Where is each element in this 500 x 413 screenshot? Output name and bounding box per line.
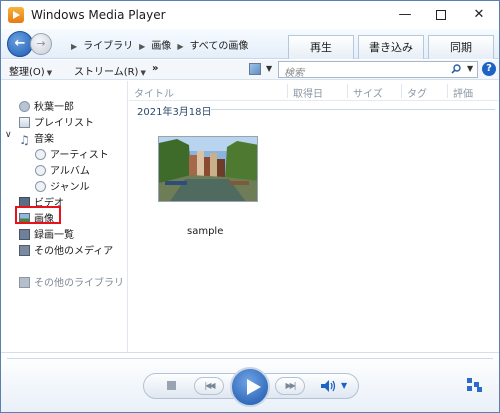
header-divider <box>129 100 499 101</box>
column-divider <box>447 84 448 98</box>
play-button[interactable] <box>230 367 270 407</box>
music-note-icon: ♫ <box>19 133 30 147</box>
previous-button[interactable]: |◀◀ <box>194 377 224 395</box>
sidebar-item-artist[interactable]: アーティスト <box>35 146 109 161</box>
column-divider <box>347 84 348 98</box>
recorded-tv-icon <box>19 229 30 240</box>
group-header-date: 2021年3月18日 <box>137 107 212 118</box>
minimize-button[interactable]: — <box>385 1 425 29</box>
chevron-down-icon: ▼ <box>140 69 146 77</box>
breadcrumb-library[interactable]: ライブラリ <box>83 41 133 52</box>
sidebar-item-recorded-tv[interactable]: 録画一覧 <box>19 226 74 241</box>
volume-chevron-icon[interactable]: ▼ <box>341 381 347 390</box>
breadcrumb-separator-icon: ▶ <box>139 42 146 51</box>
help-icon[interactable]: ? <box>482 62 496 76</box>
organize-label: 整理(O) <box>9 67 45 78</box>
sidebar-item-label: その他のライブラリ <box>34 278 124 289</box>
switch-dot <box>467 386 472 391</box>
tab-play[interactable]: 再生 <box>288 35 354 59</box>
column-divider <box>287 84 288 98</box>
column-header-rating[interactable]: 評価 <box>453 85 473 100</box>
sidebar-item-genre[interactable]: ジャンル <box>35 178 90 193</box>
maximize-icon <box>436 10 446 20</box>
column-header-date-taken[interactable]: 取得日 <box>293 85 323 100</box>
tab-burn[interactable]: 書き込み <box>358 35 424 59</box>
group-divider <box>211 109 495 110</box>
volume-icon[interactable] <box>320 379 336 393</box>
chevron-down-icon: ▼ <box>46 69 53 77</box>
other-libraries-icon <box>19 277 30 288</box>
forward-button[interactable]: → <box>30 33 52 55</box>
switch-dot <box>467 378 472 383</box>
playback-controls: |◀◀ ▶▶| ▼ <box>1 352 499 412</box>
breadcrumb-separator-icon: ▶ <box>71 42 78 51</box>
sidebar-item-user[interactable]: 秋葉一郎 <box>19 98 74 113</box>
sidebar-item-label: アルバム <box>50 166 90 177</box>
column-header-tags[interactable]: タグ <box>407 85 427 100</box>
organize-menu[interactable]: 整理(O) ▼ <box>9 63 52 78</box>
playlist-icon <box>19 117 30 128</box>
switch-to-now-playing-icon[interactable] <box>467 378 483 392</box>
navigation-bar: ← → ▶ ライブラリ ▶ 画像 ▶ すべての画像 再生 書き込み 同期 <box>1 29 499 59</box>
toolbar: 整理(O) ▼ ストリーム(R) ▼ » ▼ 検索 ▼ ? <box>1 60 499 80</box>
search-placeholder: 検索 <box>284 68 304 79</box>
column-header-size[interactable]: サイズ <box>353 85 383 100</box>
seek-bar[interactable] <box>7 358 493 359</box>
artist-icon <box>35 149 46 160</box>
window-title: Windows Media Player <box>31 8 166 22</box>
more-commands-button[interactable]: » <box>152 63 158 74</box>
sidebar-item-label: その他のメディア <box>34 246 114 257</box>
maximize-button[interactable] <box>421 1 461 29</box>
breadcrumb-separator-icon: ▶ <box>177 42 184 51</box>
sidebar-item-label: アーティスト <box>50 150 109 161</box>
next-button[interactable]: ▶▶| <box>275 377 305 395</box>
stream-label: ストリーム(R) <box>74 67 139 78</box>
view-options-icon[interactable] <box>249 63 261 75</box>
breadcrumb-picture[interactable]: 画像 <box>151 41 171 52</box>
tab-sync[interactable]: 同期 <box>428 35 494 59</box>
column-header-title[interactable]: タイトル <box>134 85 174 100</box>
sidebar-item-album[interactable]: アルバム <box>35 162 90 177</box>
genre-icon <box>35 181 46 192</box>
picture-title[interactable]: sample <box>187 226 223 237</box>
sidebar-item-music[interactable]: ♫ 音楽 <box>19 130 54 147</box>
selection-highlight-box <box>15 206 61 224</box>
switch-dot <box>477 387 482 392</box>
sidebar-item-label: プレイリスト <box>34 118 94 129</box>
media-player-icon <box>8 7 24 23</box>
sidebar-item-label: 録画一覧 <box>34 230 74 241</box>
next-icon: ▶▶| <box>285 381 297 390</box>
stream-menu[interactable]: ストリーム(R) ▼ <box>74 63 146 78</box>
sidebar-item-other-media[interactable]: その他のメディア <box>19 242 113 257</box>
sidebar-item-playlist[interactable]: プレイリスト <box>19 114 94 129</box>
breadcrumb: ▶ ライブラリ ▶ 画像 ▶ すべての画像 <box>65 37 248 52</box>
sidebar-item-label: 秋葉一郎 <box>34 102 74 113</box>
stop-button[interactable] <box>167 381 176 390</box>
sidebar-item-label: ジャンル <box>50 182 90 193</box>
title-bar: Windows Media Player — ✕ <box>1 1 499 29</box>
search-options-chevron-icon[interactable]: ▼ <box>467 64 473 73</box>
sidebar-item-label: 音楽 <box>34 134 54 145</box>
view-options-chevron-icon[interactable]: ▼ <box>266 64 272 73</box>
breadcrumb-all-pictures[interactable]: すべての画像 <box>189 41 248 52</box>
picture-thumbnail[interactable] <box>158 136 258 202</box>
content-pane: タイトル 取得日 サイズ タグ 評価 2021年3月18日 sample <box>129 81 499 352</box>
media-player-window: Windows Media Player — ✕ ← → ▶ ライブラリ ▶ 画像 ▶ す… <box>0 0 500 413</box>
search-icon[interactable] <box>451 64 461 74</box>
album-icon <box>35 165 46 176</box>
previous-icon: |◀◀ <box>204 381 216 390</box>
collapse-chevron-icon[interactable]: ∨ <box>5 130 12 140</box>
close-button[interactable]: ✕ <box>459 1 499 29</box>
canal-photo <box>159 137 257 201</box>
search-input[interactable]: 検索 ▼ <box>278 61 478 79</box>
other-media-icon <box>19 245 30 256</box>
user-icon <box>19 101 30 112</box>
sidebar-item-other-libraries[interactable]: その他のライブラリ <box>19 274 124 289</box>
column-divider <box>401 84 402 98</box>
